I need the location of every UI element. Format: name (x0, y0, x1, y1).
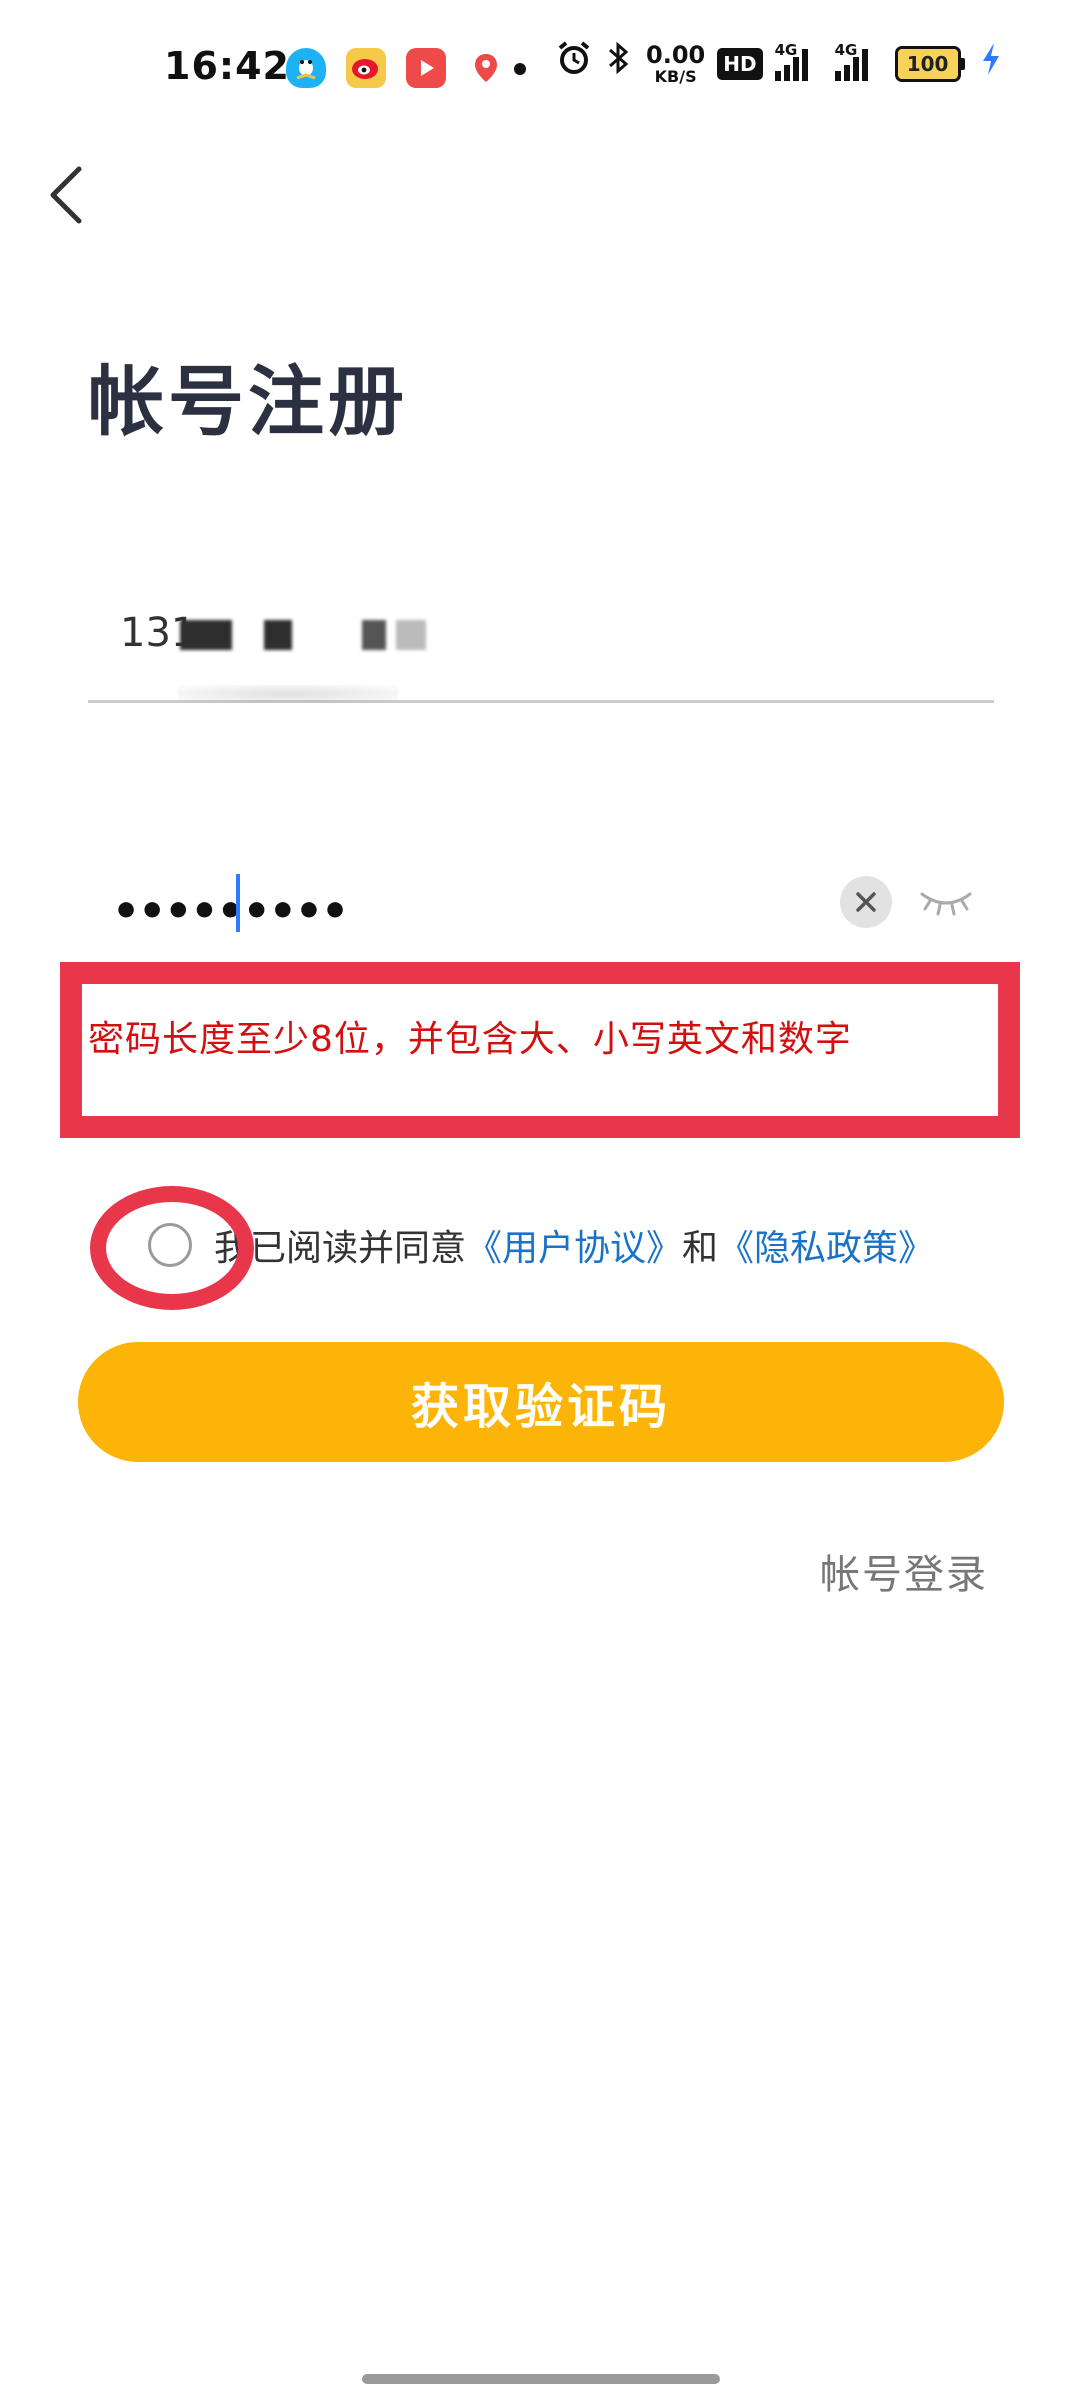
password-input[interactable]: ••••••••• (88, 850, 994, 973)
signal-strength-1: 4G (774, 41, 823, 81)
charging-bolt-icon (981, 42, 1001, 85)
signal-2-label: 4G (834, 40, 858, 59)
account-login-link[interactable]: 帐号登录 (820, 1542, 988, 1600)
show-password-toggle[interactable] (916, 880, 976, 920)
page-title: 帐号注册 (88, 357, 408, 446)
agreement-conjunction: 和 (682, 1228, 719, 1269)
password-input-value: ••••••••• (112, 886, 349, 937)
close-icon (856, 892, 876, 912)
radio-annotation-ring (90, 1186, 254, 1310)
back-button[interactable] (30, 150, 100, 240)
signal-1-label: 4G (774, 40, 798, 59)
chevron-left-icon (50, 166, 82, 224)
battery-indicator: 100 (894, 45, 965, 82)
system-status: 0.00 KB/S HD 4G 4G 100 (556, 40, 1001, 87)
net-speed: 0.00 KB/S (646, 43, 705, 85)
battery-level: 100 (894, 45, 961, 82)
alarm-icon (556, 40, 592, 87)
password-error-message: 密码长度至少8位，并包含大、小写英文和数字 (88, 1019, 852, 1060)
user-agreement-link[interactable]: 《用户协议》 (466, 1219, 682, 1271)
net-speed-value: 0.00 (646, 40, 706, 69)
text-caret (236, 874, 240, 932)
notification-icons (286, 48, 506, 88)
phone-input[interactable]: 131 (88, 580, 994, 703)
qq-icon (286, 48, 326, 88)
weibo-icon (346, 48, 386, 88)
hd-badge: HD (717, 47, 763, 80)
map-pin-icon (466, 48, 506, 88)
status-time: 16:42 (164, 44, 290, 88)
net-speed-unit: KB/S (654, 66, 697, 86)
status-bar: 16:42 0.00 KB/S HD 4G 4G 100 (0, 0, 1080, 140)
notification-dot (514, 63, 526, 75)
bluetooth-icon (604, 40, 634, 87)
privacy-policy-link[interactable]: 《隐私政策》 (718, 1219, 934, 1271)
phone-number-blur (180, 620, 426, 650)
get-verification-code-button[interactable]: 获取验证码 (78, 1342, 1004, 1462)
eye-closed-icon (920, 892, 972, 916)
signal-strength-2: 4G (834, 41, 883, 81)
video-app-icon (406, 48, 446, 88)
home-indicator[interactable] (362, 2374, 720, 2384)
clear-password-button[interactable] (840, 876, 892, 928)
